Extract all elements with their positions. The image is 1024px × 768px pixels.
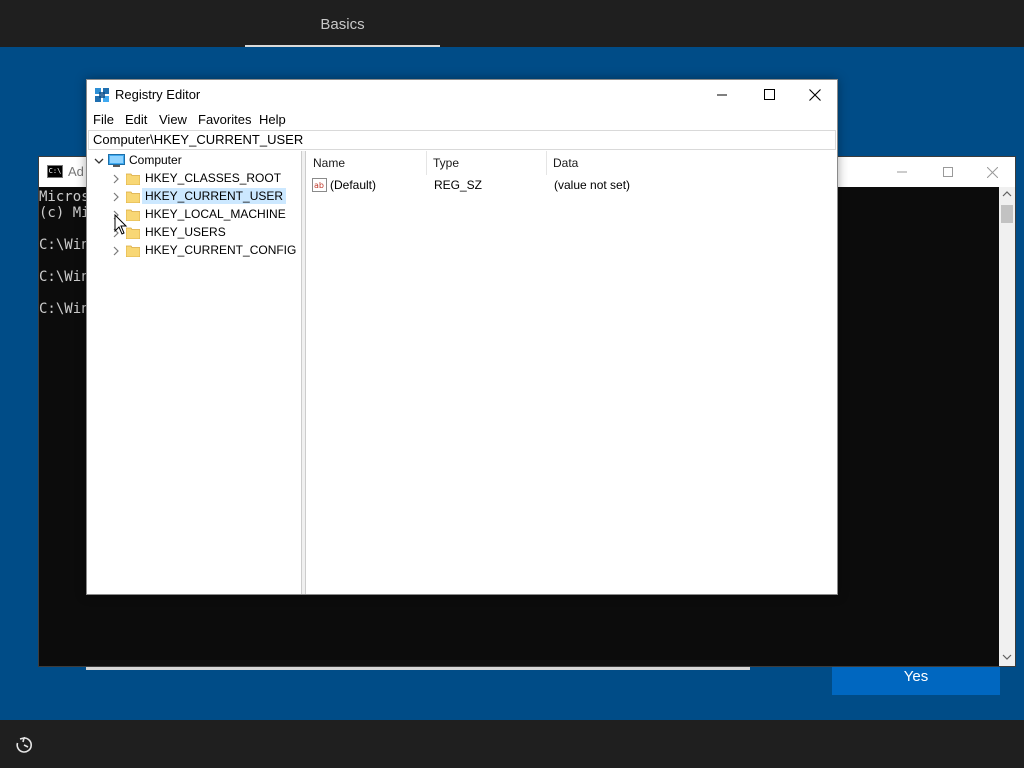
tree-item-hkey-classes-root[interactable]: HKEY_CLASSES_ROOT (88, 170, 300, 188)
tree-item-label: HKEY_USERS (145, 225, 226, 239)
folder-icon (126, 209, 140, 221)
pane-splitter[interactable] (302, 151, 306, 594)
tree-item-label: HKEY_CURRENT_USER (142, 188, 287, 204)
scroll-up-icon[interactable] (1002, 190, 1012, 198)
console-output[interactable]: Micros (c) Mi C:\Win C:\Win C:\Win (39, 187, 90, 317)
close-icon (809, 88, 821, 101)
values-pane[interactable]: Name Type Data ab (Default) REG_SZ (valu… (307, 151, 836, 594)
tree-item-hkey-current-config[interactable]: HKEY_CURRENT_CONFIG (88, 242, 300, 260)
console-line: C:\Win (39, 301, 90, 317)
menu-view[interactable]: View (159, 112, 187, 127)
tree-item-label: Computer (129, 153, 182, 167)
console-close-button[interactable] (969, 157, 1015, 187)
close-icon (986, 166, 998, 178)
regedit-titlebar[interactable]: Registry Editor (87, 80, 837, 109)
maximize-button[interactable] (746, 80, 792, 109)
address-bar[interactable]: Computer\HKEY_CURRENT_USER (88, 130, 836, 150)
console-icon: C:\ (47, 165, 63, 178)
console-line: C:\Win (39, 237, 90, 253)
registry-editor-window[interactable]: Registry Editor File Edit View Favorites… (86, 79, 838, 595)
chevron-right-icon[interactable] (111, 246, 121, 256)
maximize-icon (763, 89, 775, 100)
console-line: C:\Win (39, 269, 90, 285)
computer-icon (108, 154, 125, 167)
folder-icon (126, 227, 140, 239)
menu-file[interactable]: File (93, 112, 114, 127)
minimize-icon (897, 171, 907, 173)
console-scrollbar[interactable] (999, 187, 1015, 666)
menu-favorites[interactable]: Favorites (198, 112, 251, 127)
oobe-top-bar (0, 0, 1024, 47)
chevron-right-icon[interactable] (111, 174, 121, 184)
tree-item-label: HKEY_CURRENT_CONFIG (145, 243, 297, 257)
window-title: Registry Editor (115, 87, 201, 102)
tree-item-label: HKEY_CLASSES_ROOT (145, 171, 282, 185)
menu-bar: File Edit View Favorites Help (87, 109, 837, 129)
accessibility-icon[interactable] (14, 735, 34, 755)
console-line: Micros (39, 189, 90, 205)
oobe-bottom-bar (0, 720, 1024, 768)
value-data: (value not set) (554, 178, 631, 192)
folder-icon (126, 191, 140, 203)
tree-item-hkey-current-user[interactable]: HKEY_CURRENT_USER (88, 188, 300, 206)
string-value-icon: ab (312, 178, 327, 192)
tree-item-label: HKEY_LOCAL_MACHINE (145, 207, 286, 221)
menu-help[interactable]: Help (259, 112, 286, 127)
tab-active-underline (245, 45, 440, 47)
folder-icon (126, 173, 140, 185)
tree-item-computer[interactable]: Computer (88, 152, 300, 170)
value-type: REG_SZ (434, 178, 483, 192)
table-row[interactable]: ab (Default) REG_SZ (value not set) (307, 151, 836, 195)
console-maximize-button[interactable] (925, 157, 971, 187)
menu-edit[interactable]: Edit (125, 112, 147, 127)
value-name: (Default) (330, 178, 377, 192)
folder-icon (126, 245, 140, 257)
registry-editor-icon (95, 88, 109, 102)
scroll-down-icon[interactable] (1002, 653, 1012, 661)
svg-text:ab: ab (314, 181, 324, 190)
chevron-right-icon[interactable] (111, 192, 121, 202)
chevron-down-icon[interactable] (94, 156, 104, 166)
minimize-button[interactable] (699, 80, 745, 109)
console-line: (c) Mi (39, 205, 90, 221)
tab-basics[interactable]: Basics (245, 0, 440, 47)
mouse-cursor-icon (114, 214, 128, 235)
minimize-icon (717, 94, 727, 95)
console-scroll-thumb[interactable] (1001, 205, 1013, 223)
console-minimize-button[interactable] (879, 157, 925, 187)
console-title: Ad (68, 164, 84, 179)
close-button[interactable] (792, 80, 838, 109)
maximize-icon (943, 167, 953, 177)
